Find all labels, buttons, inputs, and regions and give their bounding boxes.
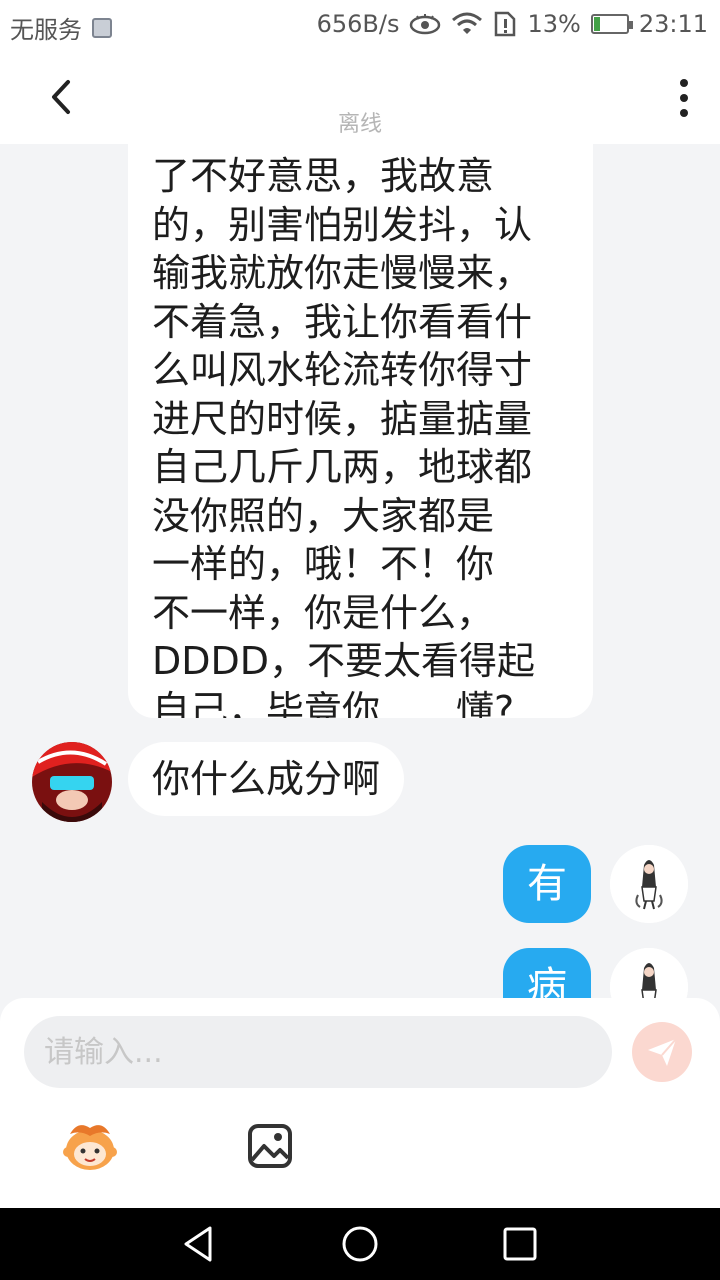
- nav-home-icon[interactable]: [340, 1224, 380, 1264]
- my-avatar[interactable]: [610, 845, 688, 923]
- nav-back-icon[interactable]: [180, 1224, 220, 1264]
- incoming-message-bubble: 你什么成分啊: [128, 742, 405, 816]
- notification-image-icon: [92, 17, 112, 38]
- contact-avatar[interactable]: [32, 742, 112, 822]
- input-panel: [0, 998, 720, 1208]
- chat-header: 离线: [0, 50, 720, 144]
- send-button[interactable]: [632, 1022, 692, 1082]
- status-bar: 无服务 656B/s 13% 23:11: [0, 0, 720, 50]
- system-nav-bar: [0, 1208, 720, 1280]
- carrier-label: 无服务: [10, 16, 82, 44]
- nav-recent-apps-icon[interactable]: [502, 1226, 538, 1262]
- incoming-message-bubble: 了不好意思，我故意 的，别害怕别发抖，认 输我就放你走慢慢来， 不着急，我让你看…: [128, 144, 593, 718]
- sim-alert-icon: [495, 11, 516, 37]
- outgoing-message-bubble: 病: [503, 948, 591, 1000]
- outgoing-message-bubble: 有: [503, 845, 591, 923]
- image-icon[interactable]: [246, 1122, 294, 1170]
- message-list[interactable]: 了不好意思，我故意 的，别害怕别发抖，认 输我就放你走慢慢来， 不着急，我让你看…: [0, 144, 720, 1000]
- battery-percent: 13%: [527, 10, 581, 38]
- more-vertical-icon[interactable]: [678, 78, 690, 118]
- network-speed: 656B/s: [316, 10, 400, 38]
- eye-icon: [410, 14, 441, 35]
- paper-plane-icon: [648, 1038, 677, 1066]
- battery-charging-icon: [590, 14, 633, 34]
- online-status: 离线: [337, 112, 382, 137]
- clock: 23:11: [638, 10, 708, 38]
- my-avatar[interactable]: [610, 948, 688, 1000]
- emoji-face-icon[interactable]: [60, 1118, 120, 1174]
- message-input[interactable]: [24, 1016, 612, 1088]
- wifi-icon: [452, 12, 483, 34]
